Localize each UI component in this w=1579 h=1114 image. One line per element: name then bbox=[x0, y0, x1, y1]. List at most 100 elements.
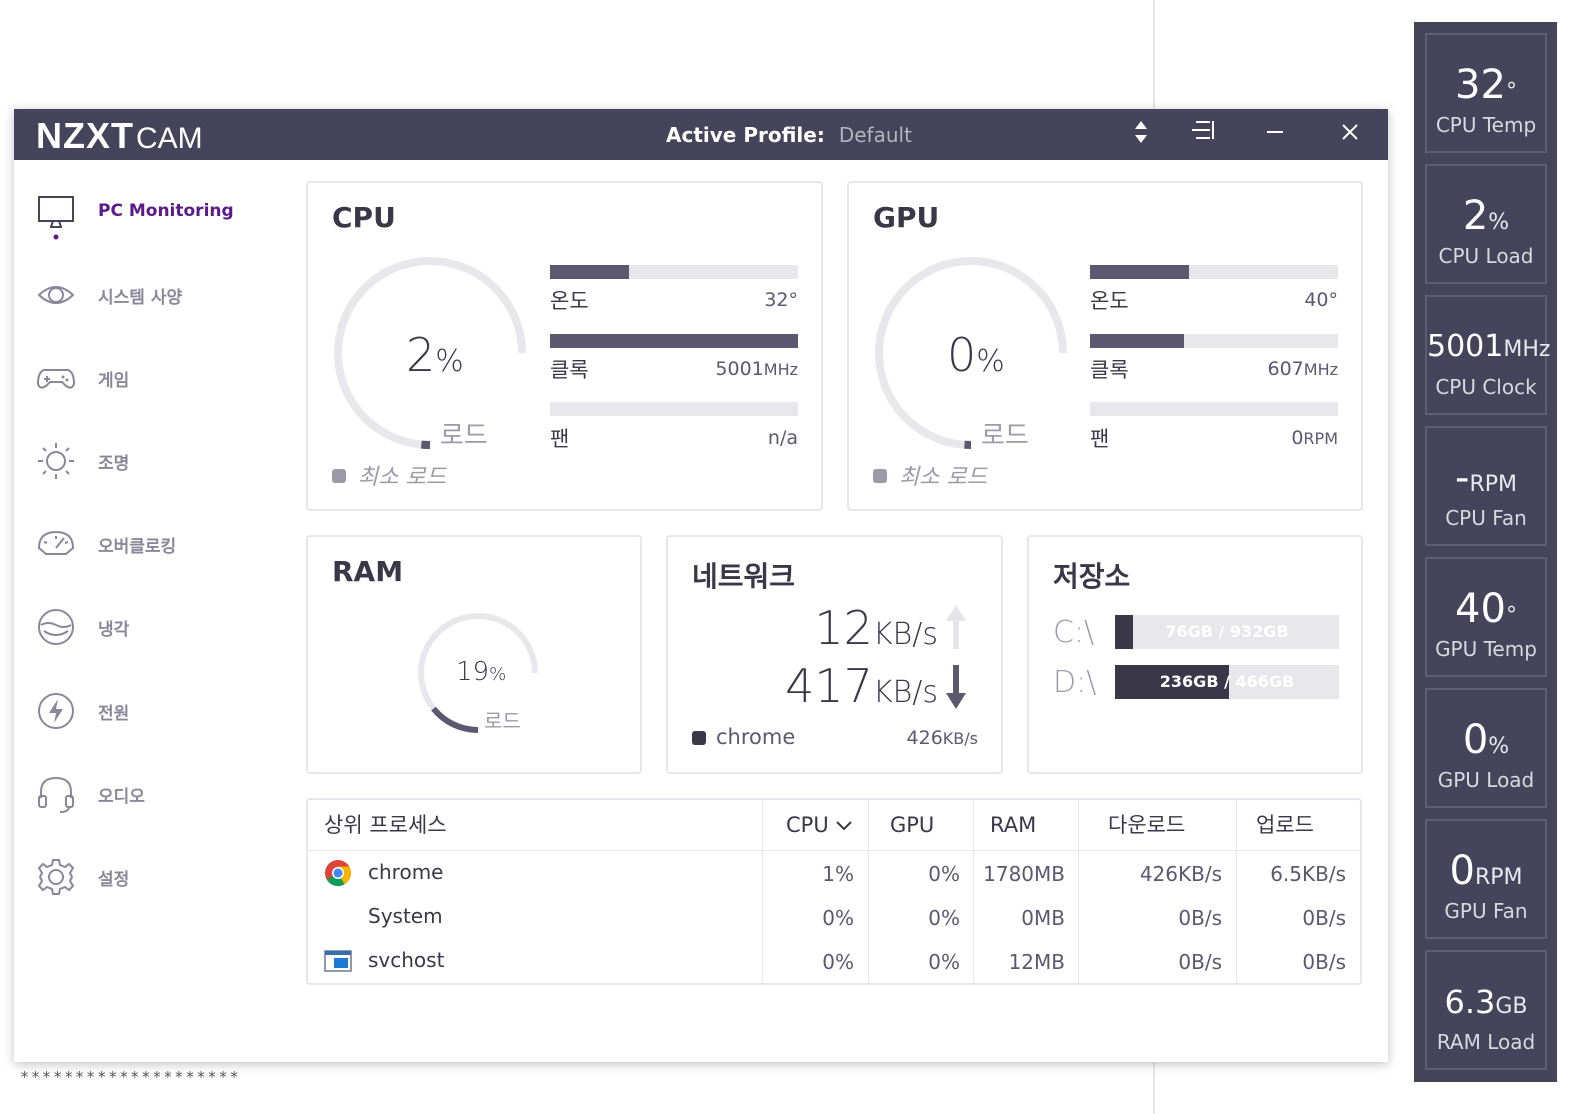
drive-d-bar: 236GB / 466GB bbox=[1115, 665, 1339, 699]
sidebar-item-pc-monitoring[interactable]: PC Monitoring bbox=[34, 187, 284, 240]
overlay-tile-cpu-temp: 32° CPU Temp bbox=[1425, 33, 1547, 153]
tile-value: 32° bbox=[1455, 62, 1517, 108]
gpu-card[interactable]: GPU 0% 로드 최소 로드 온도 40° 클록 607MHz 팬 0RPM bbox=[847, 181, 1363, 511]
process-gpu: 0% bbox=[928, 950, 960, 974]
cpu-title: CPU bbox=[332, 201, 396, 234]
close-icon[interactable] bbox=[1333, 119, 1367, 151]
sort-icon[interactable] bbox=[1124, 119, 1158, 151]
nzxt-logo: NZXTCAM bbox=[36, 115, 203, 157]
sidebar-item-label: PC Monitoring bbox=[98, 201, 234, 221]
col-header-upload[interactable]: 업로드 bbox=[1256, 800, 1314, 850]
top-processes-table: 상위 프로세스 CPU GPU RAM 다운로드 업로드 chrome 1% 0… bbox=[306, 798, 1362, 985]
process-gpu: 0% bbox=[928, 906, 960, 930]
cpu-temp-bar bbox=[550, 265, 798, 279]
top-process-swatch bbox=[692, 731, 706, 745]
col-header-ram[interactable]: RAM bbox=[990, 800, 1036, 850]
sidebar-item-label: 설정 bbox=[98, 870, 130, 890]
process-name: chrome bbox=[368, 860, 444, 884]
profile-value[interactable]: Default bbox=[839, 123, 912, 147]
sidebar-item-audio[interactable]: 오디오 bbox=[34, 768, 284, 818]
tile-label: CPU Clock bbox=[1435, 375, 1537, 399]
overlay-tile-gpu-temp: 40° GPU Temp bbox=[1425, 557, 1547, 677]
process-name: svchost bbox=[368, 948, 445, 972]
sidebar-item-label: 냉각 bbox=[98, 620, 130, 640]
minimize-icon[interactable] bbox=[1258, 119, 1292, 151]
profile-label: Active Profile: bbox=[666, 123, 825, 147]
cpu-min-load-label: 최소 로드 bbox=[358, 465, 446, 490]
tile-label: CPU Load bbox=[1438, 244, 1534, 268]
overlay-tile-gpu-fan: 0RPM GPU Fan bbox=[1425, 819, 1547, 939]
sidebar-item-games[interactable]: 게임 bbox=[34, 352, 284, 402]
cpu-clock-label: 클록 bbox=[550, 358, 589, 382]
tile-value: 40° bbox=[1455, 586, 1517, 632]
process-download: 0B/s bbox=[1178, 906, 1222, 930]
storage-card[interactable]: 저장소 C:\ 76GB / 932GB D:\ 236GB / 466GB bbox=[1027, 535, 1363, 774]
process-upload: 0B/s bbox=[1302, 906, 1346, 930]
cpu-clock-value: 5001MHz bbox=[715, 358, 798, 380]
gpu-temp-label: 온도 bbox=[1090, 289, 1129, 313]
tile-label: GPU Temp bbox=[1435, 637, 1537, 661]
chevron-down-icon bbox=[836, 821, 853, 831]
monitoring-overlay[interactable]: 32° CPU Temp 2% CPU Load 5001MHz CPU Clo… bbox=[1414, 22, 1557, 1082]
network-card[interactable]: 네트워크 12KB/s 417KB/s chrome 426KB/s bbox=[666, 535, 1003, 774]
network-top-process-value: 426KB/s bbox=[906, 727, 978, 749]
title-bar[interactable]: NZXTCAM Active Profile: Default bbox=[14, 109, 1388, 160]
process-upload: 0B/s bbox=[1302, 950, 1346, 974]
col-header-download[interactable]: 다운로드 bbox=[1108, 800, 1185, 850]
col-header-process[interactable]: 상위 프로세스 bbox=[324, 800, 447, 850]
min-load-swatch bbox=[873, 469, 887, 483]
storage-title: 저장소 bbox=[1053, 560, 1131, 593]
sidebar-item-power[interactable]: 전원 bbox=[34, 685, 284, 735]
sidebar-item-lighting[interactable]: 조명 bbox=[34, 435, 284, 485]
sidebar-item-overclocking[interactable]: 오버클로킹 bbox=[34, 518, 284, 568]
min-load-swatch bbox=[332, 469, 346, 483]
arrow-down-icon bbox=[946, 665, 966, 709]
process-cpu: 0% bbox=[822, 950, 854, 974]
gpu-clock-value: 607MHz bbox=[1267, 358, 1339, 380]
cooling-icon bbox=[36, 607, 76, 647]
process-gpu: 0% bbox=[928, 862, 960, 886]
process-cpu: 1% bbox=[822, 862, 854, 886]
overlay-tile-cpu-load: 2% CPU Load bbox=[1425, 164, 1547, 284]
logo-sub: CAM bbox=[136, 122, 203, 155]
eye-icon bbox=[36, 275, 76, 315]
tile-label: CPU Fan bbox=[1445, 506, 1527, 530]
footer-text: ******************** bbox=[20, 1068, 241, 1086]
cpu-load-value: 2% bbox=[406, 328, 464, 382]
sidebar-item-system-specs[interactable]: 시스템 사양 bbox=[34, 269, 284, 319]
drive-c-bar: 76GB / 932GB bbox=[1115, 615, 1339, 649]
window-icon bbox=[324, 950, 352, 972]
drive-c-usage: 76GB / 932GB bbox=[1165, 622, 1289, 641]
menu-icon[interactable] bbox=[1186, 119, 1220, 151]
tile-value: 2% bbox=[1462, 193, 1510, 239]
gauge-icon bbox=[36, 524, 76, 564]
ram-load-label: 로드 bbox=[484, 709, 521, 733]
gamepad-icon bbox=[36, 358, 76, 398]
sun-icon bbox=[36, 441, 76, 481]
tile-value: 5001MHz bbox=[1427, 329, 1551, 364]
gpu-temp-bar bbox=[1090, 265, 1338, 279]
overlay-tile-gpu-load: 0% GPU Load bbox=[1425, 688, 1547, 808]
sidebar-item-cooling[interactable]: 냉각 bbox=[34, 601, 284, 651]
ram-card[interactable]: RAM 19% 로드 bbox=[306, 535, 642, 774]
tile-value: 0% bbox=[1462, 717, 1510, 763]
cpu-temp-value: 32° bbox=[764, 289, 798, 311]
cpu-fan-label: 팬 bbox=[550, 427, 570, 451]
tile-label: GPU Load bbox=[1437, 768, 1535, 792]
arrow-up-icon bbox=[946, 605, 966, 649]
process-ram: 1780MB bbox=[983, 862, 1065, 886]
cpu-card[interactable]: CPU 2% 로드 최소 로드 온도 32° 클록 5001MHz 팬 n/a bbox=[306, 181, 823, 511]
col-header-gpu[interactable]: GPU bbox=[890, 800, 934, 850]
sidebar-item-settings[interactable]: 설정 bbox=[34, 851, 284, 901]
col-header-cpu[interactable]: CPU bbox=[786, 800, 853, 850]
gpu-min-load-label: 최소 로드 bbox=[899, 465, 987, 490]
process-download: 426KB/s bbox=[1139, 862, 1222, 886]
power-icon bbox=[36, 691, 76, 731]
ram-load-value: 19% bbox=[456, 657, 507, 687]
gpu-fan-bar bbox=[1090, 402, 1338, 416]
active-profile[interactable]: Active Profile: Default bbox=[666, 123, 912, 147]
process-name: System bbox=[368, 904, 443, 928]
ram-title: RAM bbox=[332, 555, 404, 588]
monitor-icon bbox=[36, 193, 76, 240]
tile-label: GPU Fan bbox=[1444, 899, 1528, 923]
